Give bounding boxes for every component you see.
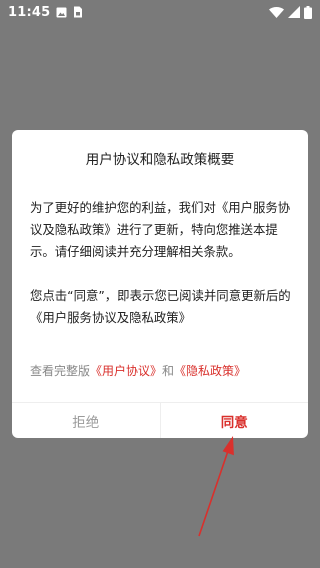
dialog-footer: 拒绝 同意 xyxy=(12,402,308,438)
dialog-title: 用户协议和隐私政策概要 xyxy=(85,152,235,168)
user-agreement-link[interactable]: 《用户协议》 xyxy=(90,364,162,378)
status-right xyxy=(269,5,312,19)
battery-icon xyxy=(304,5,312,19)
arrow-shaft xyxy=(198,447,230,537)
reject-button[interactable]: 拒绝 xyxy=(12,403,161,438)
links-and: 和 xyxy=(162,364,175,378)
dialog-paragraph-consent: 您点击“同意”，即表示您已阅读并同意更新后的 《用户服务协议及隐私政策》 xyxy=(30,288,291,325)
privacy-policy-link[interactable]: 《隐私政策》 xyxy=(174,364,246,378)
dialog-body: 为了更好的维护您的利益，我们对《用户服务协议及隐私政策》进行了更新，特向您推送本… xyxy=(30,197,296,329)
dialog-paragraph-update: 为了更好的维护您的利益，我们对《用户服务协议及隐私政策》进行了更新，特向您推送本… xyxy=(30,200,291,259)
status-time: 11:45 xyxy=(8,4,51,20)
arrow-head xyxy=(222,436,234,456)
privacy-dialog: 用户协议和隐私政策概要 为了更好的维护您的利益，我们对《用户服务协议及隐私政策》… xyxy=(12,130,308,438)
links-prefix: 查看完整版 xyxy=(30,364,91,378)
image-icon xyxy=(56,7,67,18)
signal-icon xyxy=(288,6,300,18)
status-left: 11:45 xyxy=(8,5,83,20)
agree-button[interactable]: 同意 xyxy=(161,403,309,438)
sim-card-icon xyxy=(73,6,83,18)
wifi-icon xyxy=(269,6,284,18)
full-version-links: 查看完整版《用户协议》和《隐私政策》 xyxy=(30,360,296,382)
status-bar: 11:45 xyxy=(0,0,320,24)
